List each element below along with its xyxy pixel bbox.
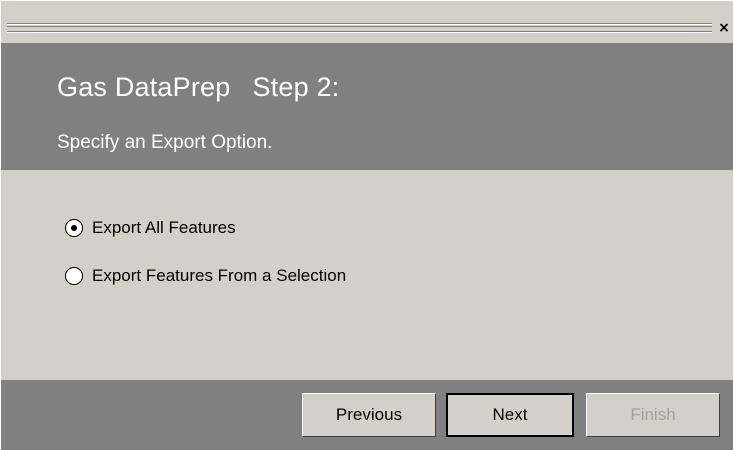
close-icon[interactable]: × (717, 21, 731, 35)
export-selection-option[interactable]: Export Features From a Selection (65, 266, 346, 286)
radio-dot-icon (71, 225, 77, 231)
step-label: Step 2: (252, 72, 340, 102)
export-options-panel: Export All Features Export Features From… (1, 170, 733, 380)
export-all-label[interactable]: Export All Features (92, 218, 236, 238)
previous-button[interactable]: Previous (302, 393, 436, 437)
radio-button[interactable] (65, 267, 83, 285)
finish-button: Finish (586, 393, 720, 437)
page-subtitle: Specify an Export Option. (57, 132, 273, 153)
app-name: Gas DataPrep (57, 72, 231, 102)
wizard-window: × Gas DataPrep Step 2: Specify an Export … (0, 0, 733, 450)
export-all-option[interactable]: Export All Features (65, 218, 236, 238)
title-bar-grip[interactable] (7, 23, 712, 32)
wizard-header: Gas DataPrep Step 2: Specify an Export Op… (1, 43, 733, 170)
next-button[interactable]: Next (446, 393, 574, 437)
button-bar: Previous Next Finish (1, 380, 733, 450)
title-bar[interactable]: × (1, 1, 733, 43)
export-selection-label[interactable]: Export Features From a Selection (92, 266, 346, 286)
page-title: Gas DataPrep Step 2: (57, 72, 339, 103)
radio-button-selected[interactable] (65, 219, 83, 237)
